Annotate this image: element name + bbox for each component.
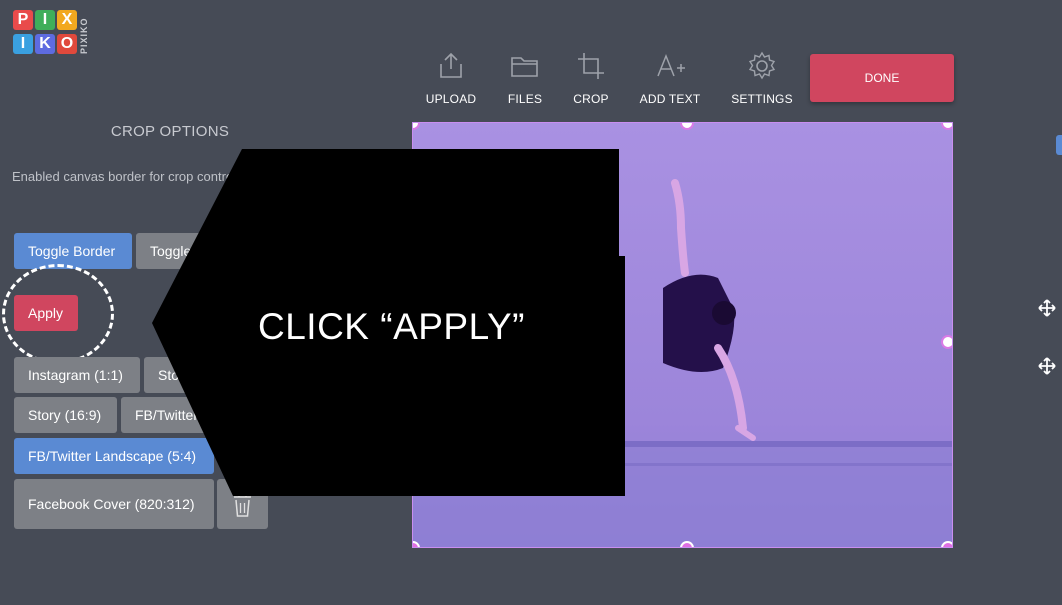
crop-handle-bottom-right[interactable]: [941, 541, 952, 547]
toolbar-upload-label: UPLOAD: [425, 92, 477, 106]
apply-highlight-circle: [2, 264, 114, 364]
logo-vertical-text: PIXIKO: [79, 17, 89, 54]
toolbar-add-text[interactable]: ADD TEXT: [630, 50, 710, 106]
preset-facebook-cover-button[interactable]: Facebook Cover (820:312): [14, 479, 214, 529]
crop-handle-right-center[interactable]: [941, 335, 952, 349]
preset-story-16-9-button[interactable]: Story (16:9): [14, 397, 117, 433]
crop-handle-bottom-center[interactable]: [680, 541, 694, 547]
add-text-icon: [657, 53, 685, 77]
gear-icon: [748, 51, 776, 80]
pixiko-logo[interactable]: P I X I K O PIXIKO: [13, 10, 89, 54]
crop-options-description: Enabled canvas border for crop control.: [12, 169, 240, 184]
side-panel-tab[interactable]: [1056, 135, 1062, 155]
toolbar-files-label: FILES: [507, 92, 543, 106]
logo-letter-i: I: [35, 10, 55, 30]
toolbar-crop-label: CROP: [573, 92, 609, 106]
toolbar-add-text-label: ADD TEXT: [639, 92, 701, 106]
toggle-second-button[interactable]: Toggle: [136, 233, 226, 269]
toggle-border-button[interactable]: Toggle Border: [14, 233, 132, 269]
preset-fb-twitter-landscape-button[interactable]: FB/Twitter Landscape (5:4): [14, 438, 214, 474]
logo-letter-k: K: [35, 34, 55, 54]
logo-letter-o: O: [57, 34, 77, 54]
done-button[interactable]: DONE: [810, 54, 954, 102]
preset-instagram-button[interactable]: Instagram (1:1): [14, 357, 140, 393]
preset-story-button[interactable]: Story: [144, 357, 224, 393]
folder-icon: [511, 57, 538, 77]
logo-letter-p: P: [13, 10, 33, 30]
move-icon[interactable]: [1038, 299, 1056, 317]
toolbar-upload[interactable]: UPLOAD: [411, 50, 491, 106]
trash-icon: [234, 493, 251, 517]
crop-icon: [578, 53, 604, 79]
toolbar-settings-label: SETTINGS: [731, 92, 793, 106]
logo-letter-i2: I: [13, 34, 33, 54]
upload-icon: [440, 52, 462, 78]
delete-button[interactable]: [217, 479, 268, 529]
logo-letter-x: X: [57, 10, 77, 30]
preset-fb-twitter-button[interactable]: FB/Twitter: [121, 397, 221, 433]
instruction-text: CLICK “APPLY”: [258, 306, 525, 347]
toolbar-settings[interactable]: SETTINGS: [722, 50, 802, 106]
crop-options-title: CROP OPTIONS: [110, 123, 230, 140]
move-icon-2[interactable]: [1038, 357, 1056, 375]
toolbar-crop[interactable]: CROP: [551, 50, 631, 106]
